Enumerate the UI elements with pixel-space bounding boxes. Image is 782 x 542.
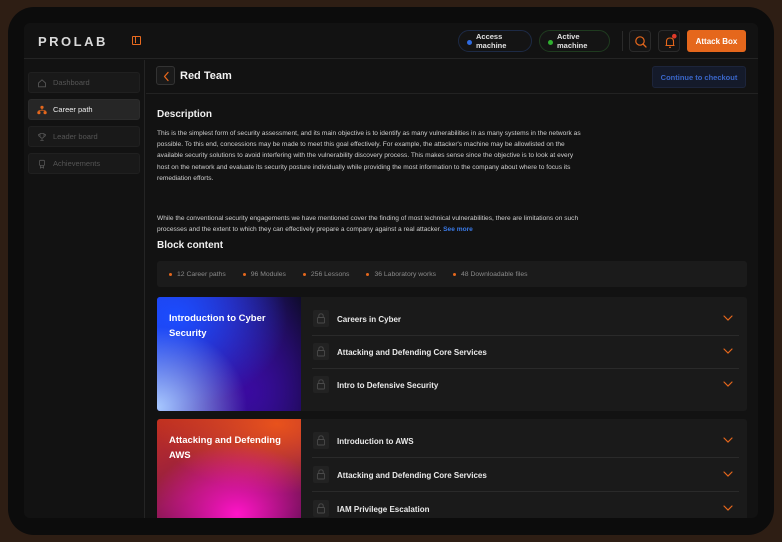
chevron-down-icon[interactable]: [723, 504, 733, 512]
stat-downloadable-files: 48 Downloadable files: [453, 271, 528, 278]
stat-laboratory-works: 36 Laboratory works: [366, 271, 436, 278]
stat-label: 48 Downloadable files: [461, 270, 528, 278]
app-screen: PROLAB Access machine Active machine Att…: [24, 23, 758, 518]
chevron-down-icon[interactable]: [723, 347, 733, 355]
top-bar: PROLAB Access machine Active machine Att…: [24, 23, 758, 59]
lock-icon: [313, 466, 329, 483]
course-title: Attacking and Defending AWS: [169, 435, 281, 461]
chevron-down-icon[interactable]: [723, 380, 733, 388]
stats-bar: 12 Career paths 96 Modules 256 Lessons 3…: [157, 261, 747, 287]
course-cover-image[interactable]: Introduction to Cyber Security: [157, 297, 301, 411]
hierarchy-icon: [37, 105, 47, 115]
stat-lessons: 256 Lessons: [302, 270, 350, 278]
notifications-button[interactable]: [658, 30, 680, 52]
sidebar-item-label: Dashboard: [53, 78, 90, 87]
description-paragraph-2: While the conventional security engageme…: [157, 213, 587, 235]
course-block: Introduction to Cyber Security Careers i…: [157, 297, 747, 411]
sidebar-item-label: Achievements: [53, 159, 101, 168]
main-content: Red Team Continue to checkout Descriptio…: [146, 60, 758, 518]
lesson-row[interactable]: IAM Privilege Escalation: [312, 493, 739, 518]
sidebar-item-dashboard[interactable]: Dashboard: [28, 72, 140, 93]
status-dot-icon: [548, 40, 553, 45]
stat-label: 12 Career paths: [177, 270, 226, 278]
page-header: Red Team Continue to checkout: [146, 60, 758, 94]
stat-modules: 96 Modules: [242, 270, 286, 278]
lesson-title: Intro to Defensive Security: [337, 381, 439, 390]
lesson-title: Careers in Cyber: [337, 315, 402, 324]
lesson-row[interactable]: Attacking and Defending Core Services: [312, 459, 739, 492]
lesson-row[interactable]: Attacking and Defending Core Services: [312, 336, 739, 369]
lesson-title: Attacking and Defending Core Services: [337, 471, 487, 480]
sidebar-item-career-path[interactable]: Career path: [28, 99, 140, 120]
active-machine-label: Active machine: [557, 32, 588, 50]
access-machine-label: Access machine: [476, 32, 507, 50]
course-cover-image[interactable]: Attacking and Defending AWS: [157, 419, 301, 518]
chevron-down-icon[interactable]: [723, 314, 733, 322]
bullet-icon: [169, 272, 172, 276]
course-title: Introduction to Cyber Security: [169, 313, 266, 339]
badge-icon: [39, 159, 45, 169]
home-icon: [38, 79, 46, 88]
trophy-icon: [38, 133, 46, 141]
chevron-down-icon[interactable]: [723, 470, 733, 478]
stat-label: 256 Lessons: [310, 270, 350, 278]
lesson-row[interactable]: Introduction to AWS: [312, 425, 739, 458]
sidebar-item-leader-board[interactable]: Leader board: [28, 126, 140, 147]
description-text: While the conventional security engageme…: [157, 215, 579, 234]
lock-icon: [313, 500, 329, 517]
lock-icon: [313, 432, 329, 449]
search-icon: [635, 36, 647, 48]
page-title: Red Team: [180, 70, 232, 82]
lesson-title: Attacking and Defending Core Services: [337, 348, 487, 357]
sidebar-item-label: Leader board: [53, 132, 98, 141]
chevron-left-icon: [163, 71, 169, 82]
status-dot-icon: [467, 40, 472, 45]
bullet-icon: [242, 272, 246, 276]
app-logo: PROLAB: [38, 34, 108, 49]
block-content-heading: Block content: [157, 240, 224, 251]
stat-label: 96 Modules: [250, 270, 286, 278]
description-paragraph: This is the simplest form of security as…: [157, 130, 581, 182]
search-button[interactable]: [629, 30, 651, 52]
sidebar: Dashboard Career path Leader board Achie…: [24, 60, 145, 518]
description-heading: Description: [157, 109, 213, 120]
bullet-icon: [366, 272, 370, 276]
lock-icon: [313, 310, 329, 327]
back-button[interactable]: [156, 66, 175, 85]
sidebar-item-achievements[interactable]: Achievements: [28, 153, 140, 174]
divider: [622, 31, 623, 51]
attack-box-button[interactable]: Attack Box: [687, 30, 746, 52]
bullet-icon: [453, 272, 457, 276]
lock-icon: [313, 376, 329, 393]
bullet-icon: [302, 272, 306, 276]
continue-to-checkout-button[interactable]: Continue to checkout: [652, 66, 746, 88]
lesson-row[interactable]: Intro to Defensive Security: [312, 369, 739, 402]
active-machine-button[interactable]: Active machine: [539, 30, 610, 52]
lesson-title: Introduction to AWS: [337, 437, 414, 446]
stat-career-paths: 12 Career paths: [169, 271, 226, 278]
bell-icon: [665, 33, 677, 48]
access-machine-button[interactable]: Access machine: [458, 30, 532, 52]
stat-label: 36 Laboratory works: [374, 270, 437, 278]
lesson-title: IAM Privilege Escalation: [337, 505, 430, 514]
sidebar-item-label: Career path: [53, 105, 93, 114]
course-block: Attacking and Defending AWS Introduction…: [157, 419, 747, 518]
chevron-down-icon[interactable]: [723, 436, 733, 444]
lock-icon: [313, 343, 329, 360]
see-more-link[interactable]: See more: [443, 226, 473, 233]
sidebar-toggle-icon[interactable]: [132, 36, 141, 45]
lesson-row[interactable]: Careers in Cyber: [312, 303, 739, 336]
